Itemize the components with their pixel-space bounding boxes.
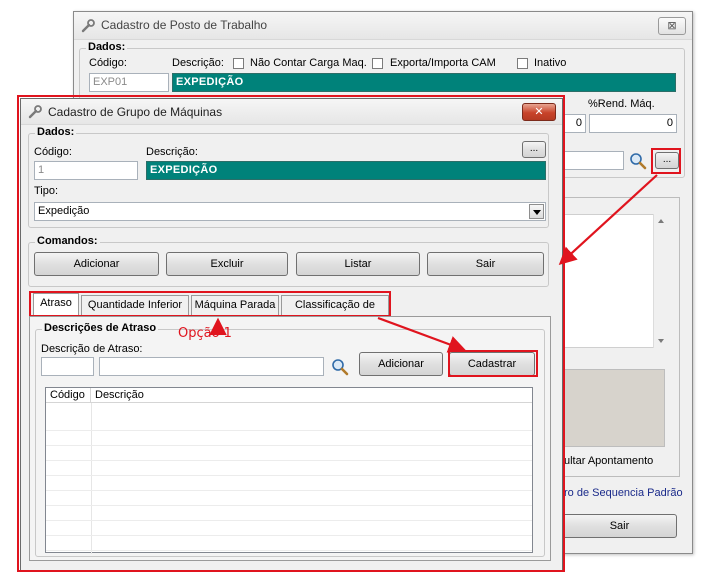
sequencia-padrao-link[interactable]: ro de Sequencia Padrão bbox=[564, 487, 683, 499]
posto-close-button[interactable]: ⊠ bbox=[658, 17, 686, 35]
posto-search-icon[interactable] bbox=[628, 151, 648, 171]
inativo-label: Inativo bbox=[534, 57, 567, 69]
exporta-label: Exporta/Importa CAM bbox=[390, 57, 496, 69]
posto-gray-panel bbox=[562, 369, 665, 447]
rend-maq-label: %Rend. Máq. bbox=[588, 98, 655, 110]
posto-window-title: Cadastro de Posto de Trabalho bbox=[101, 18, 268, 32]
front-window-highlight bbox=[17, 95, 565, 572]
opcao-1-annotation: Opção 1 bbox=[178, 326, 232, 341]
posto-codigo-label: Código: bbox=[89, 57, 127, 69]
wrench-icon bbox=[81, 19, 95, 33]
posto-dados-title: Dados: bbox=[86, 41, 128, 53]
scroll-up-arrow-icon bbox=[658, 219, 664, 223]
posto-descricao-input[interactable]: EXPEDIÇÃO bbox=[172, 73, 676, 92]
nao-contar-label: Não Contar Carga Maq. bbox=[250, 57, 367, 69]
rend-maq-input[interactable]: 0 bbox=[589, 114, 677, 133]
posto-titlebar: Cadastro de Posto de Trabalho ⊠ bbox=[74, 12, 692, 40]
nao-contar-checkbox[interactable] bbox=[233, 58, 244, 69]
exporta-checkbox[interactable] bbox=[372, 58, 383, 69]
posto-listbox-scrollbar[interactable] bbox=[653, 214, 668, 348]
cadastrar-highlight-outline bbox=[448, 350, 538, 377]
posto-num-field-1[interactable]: 0 bbox=[562, 114, 586, 133]
highlight-ellipsis-outline bbox=[651, 148, 681, 174]
posto-lookup-field[interactable] bbox=[562, 151, 624, 170]
inativo-checkbox[interactable] bbox=[517, 58, 528, 69]
scroll-down-arrow-icon bbox=[658, 339, 664, 343]
posto-sair-button[interactable]: Sair bbox=[562, 514, 677, 538]
posto-descricao-label: Descrição: bbox=[172, 57, 224, 69]
consultar-apontamento-label[interactable]: ultar Apontamento bbox=[564, 455, 653, 467]
posto-codigo-input[interactable]: EXP01 bbox=[89, 73, 169, 92]
